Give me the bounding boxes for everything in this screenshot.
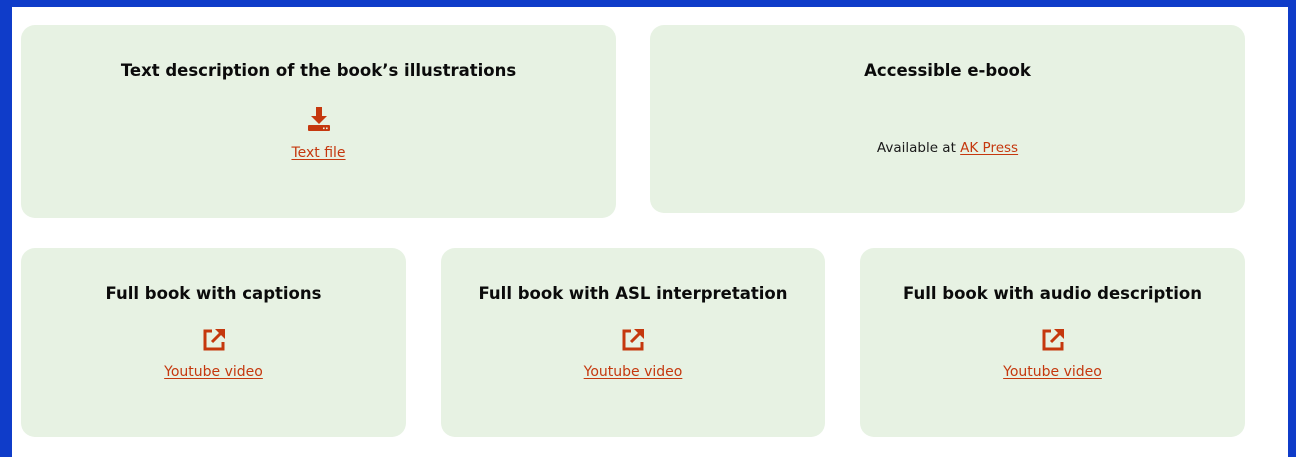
- content-area: Text description of the book’s illustrat…: [12, 7, 1288, 457]
- availability-row: Available at AK Press: [650, 137, 1245, 156]
- illustrations-description-card: Text description of the book’s illustrat…: [21, 25, 616, 218]
- page-body: { "colors": { "frame_border": "#0f3cc9",…: [0, 0, 1296, 457]
- link-row: Youtube video: [21, 361, 406, 380]
- text-file-link[interactable]: Text file: [291, 145, 345, 161]
- external-link-icon[interactable]: [619, 326, 647, 354]
- ak-press-link[interactable]: AK Press: [960, 140, 1018, 156]
- link-row: Text file: [21, 142, 616, 161]
- card-title: Accessible e-book: [864, 61, 1031, 80]
- youtube-video-link[interactable]: Youtube video: [584, 364, 683, 380]
- card-title: Full book with audio description: [903, 284, 1202, 303]
- card-title: Full book with captions: [105, 284, 322, 303]
- link-row: Youtube video: [441, 361, 825, 380]
- external-link-icon[interactable]: [1039, 326, 1067, 354]
- availability-text: Available at: [876, 140, 961, 156]
- download-icon[interactable]: [305, 105, 333, 133]
- captions-video-card: Full book with captions Youtube video: [21, 248, 406, 437]
- card-title: Full book with ASL interpretation: [478, 284, 788, 303]
- external-link-icon[interactable]: [200, 326, 228, 354]
- card-title: Text description of the book’s illustrat…: [120, 61, 517, 80]
- youtube-video-link[interactable]: Youtube video: [1003, 364, 1102, 380]
- youtube-video-link[interactable]: Youtube video: [164, 364, 263, 380]
- accessible-ebook-card: Accessible e-book Available at AK Press: [650, 25, 1245, 213]
- link-row: Youtube video: [860, 361, 1245, 380]
- audio-description-video-card: Full book with audio description Youtube…: [860, 248, 1245, 437]
- asl-video-card: Full book with ASL interpretation Youtub…: [441, 248, 825, 437]
